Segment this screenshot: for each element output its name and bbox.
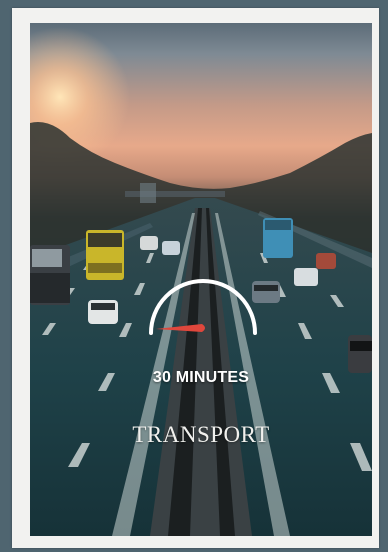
speedometer-icon <box>149 279 257 335</box>
category-title: TRANSPORT <box>132 422 270 447</box>
highway-photo: 30 MINUTES TRANSPORT <box>30 23 372 536</box>
duration-label: 30 MINUTES <box>152 369 250 386</box>
transport-card[interactable]: 30 MINUTES TRANSPORT <box>12 8 379 548</box>
